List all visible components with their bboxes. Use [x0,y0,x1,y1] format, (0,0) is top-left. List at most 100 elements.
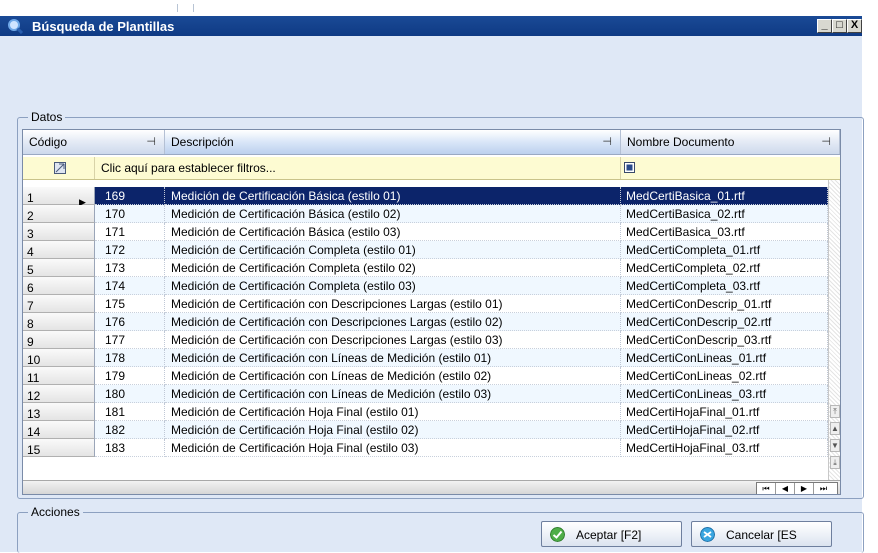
cell-codigo[interactable]: 172 [95,241,165,259]
cell-descripcion[interactable]: Medición de Certificación Hoja Final (es… [165,439,621,457]
cell-descripcion[interactable]: Medición de Certificación con Descripcio… [165,295,621,313]
table-row[interactable]: 11 179 Medición de Certificación con Línea… [23,367,840,385]
templates-grid[interactable]: Código ⊣ Descripción ⊣ Nombre Documento … [22,129,841,495]
cell-nombre-documento[interactable]: MedCertiCompleta_01.rtf [621,241,828,259]
cell-nombre-documento[interactable]: MedCertiBasica_03.rtf [621,223,828,241]
cell-codigo[interactable]: 170 [95,205,165,223]
close-button[interactable]: X [847,19,862,33]
table-row[interactable]: 3 171 Medición de Certificación Básica (es… [23,223,840,241]
vertical-scrollbar[interactable]: ⤒ ▲ ▼ ⤓ [828,180,840,480]
cell-descripcion[interactable]: Medición de Certificación Hoja Final (es… [165,421,621,439]
table-row[interactable]: 13 181 Medición de Certificación Hoja Fina… [23,403,840,421]
scroll-bottom-icon[interactable]: ⤓ [830,456,840,469]
row-number[interactable]: 6 [23,277,95,295]
table-row[interactable]: 15 183 Medición de Certificación Hoja Fina… [23,439,840,457]
row-number[interactable]: 2 [23,205,95,223]
row-number[interactable]: 14 [23,421,95,439]
scroll-top-icon[interactable]: ⤒ [830,405,840,418]
scroll-up-icon[interactable]: ▲ [830,422,840,435]
column-header-descripcion[interactable]: Descripción ⊣ [165,130,621,154]
last-record-icon[interactable]: ⏭ [814,483,833,494]
row-number[interactable]: 11 [23,367,95,385]
cell-codigo[interactable]: 169 [95,187,165,205]
table-row[interactable]: 10 178 Medición de Certificación con Línea… [23,349,840,367]
maximize-button[interactable]: □ [832,19,847,33]
cell-descripcion[interactable]: Medición de Certificación Completa (esti… [165,277,621,295]
filter-doc-cell[interactable] [621,157,840,179]
cell-descripcion[interactable]: Medición de Certificación con Descripcio… [165,331,621,349]
accept-button[interactable]: Aceptar [F2] [541,521,682,547]
table-row[interactable]: 12 180 Medición de Certificación con Línea… [23,385,840,403]
cancel-button[interactable]: Cancelar [ES [691,521,832,547]
cell-descripcion[interactable]: Medición de Certificación con Líneas de … [165,385,621,403]
scroll-down-icon[interactable]: ▼ [830,439,840,452]
cell-nombre-documento[interactable]: MedCertiCompleta_02.rtf [621,259,828,277]
cell-nombre-documento[interactable]: MedCertiHojaFinal_01.rtf [621,403,828,421]
cell-codigo[interactable]: 178 [95,349,165,367]
cell-nombre-documento[interactable]: MedCertiBasica_01.rtf [621,187,828,205]
filter-clear-icon[interactable] [54,162,66,174]
row-number[interactable]: 8 [23,313,95,331]
column-header-nombre-documento[interactable]: Nombre Documento ⊣ [621,130,840,154]
cell-descripcion[interactable]: Medición de Certificación Hoja Final (es… [165,403,621,421]
table-row[interactable]: 5 173 Medición de Certificación Completa (… [23,259,840,277]
cell-codigo[interactable]: 173 [95,259,165,277]
next-record-icon[interactable]: ▶ [795,483,814,494]
table-row[interactable]: 14 182 Medición de Certificación Hoja Fina… [23,421,840,439]
cell-codigo[interactable]: 177 [95,331,165,349]
table-row[interactable]: 6 174 Medición de Certificación Completa (… [23,277,840,295]
cell-codigo[interactable]: 179 [95,367,165,385]
cell-descripcion[interactable]: Medición de Certificación con Descripcio… [165,313,621,331]
cell-codigo[interactable]: 175 [95,295,165,313]
cell-descripcion[interactable]: Medición de Certificación con Líneas de … [165,349,621,367]
filter-checkbox-icon[interactable] [624,162,635,173]
cell-nombre-documento[interactable]: MedCertiHojaFinal_02.rtf [621,421,828,439]
first-record-icon[interactable]: ⏮ [757,483,776,494]
table-row[interactable]: 4 172 Medición de Certificación Completa (… [23,241,840,259]
row-number[interactable]: 4 [23,241,95,259]
cell-descripcion[interactable]: Medición de Certificación Básica (estilo… [165,187,621,205]
filter-row-header[interactable] [23,157,95,179]
row-number[interactable]: 1 ▶ [23,187,95,207]
row-number[interactable]: 13 [23,403,95,421]
cell-nombre-documento[interactable]: MedCertiHojaFinal_03.rtf [621,439,828,457]
cell-nombre-documento[interactable]: MedCertiConDescrip_03.rtf [621,331,828,349]
cell-codigo[interactable]: 171 [95,223,165,241]
previous-record-icon[interactable]: ◀ [776,483,795,494]
row-number[interactable]: 5 [23,259,95,277]
filter-prompt[interactable]: Clic aquí para establecer filtros... [95,157,621,179]
pin-icon[interactable]: ⊣ [821,130,831,154]
cell-descripcion[interactable]: Medición de Certificación Completa (esti… [165,259,621,277]
cell-descripcion[interactable]: Medición de Certificación Completa (esti… [165,241,621,259]
cell-codigo[interactable]: 180 [95,385,165,403]
row-number[interactable]: 7 [23,295,95,313]
cell-nombre-documento[interactable]: MedCertiConDescrip_02.rtf [621,313,828,331]
table-row[interactable]: 7 175 Medición de Certificación con Descri… [23,295,840,313]
cell-nombre-documento[interactable]: MedCertiConLineas_01.rtf [621,349,828,367]
minimize-button[interactable]: _ [817,19,832,33]
cell-codigo[interactable]: 182 [95,421,165,439]
cell-nombre-documento[interactable]: MedCertiConDescrip_01.rtf [621,295,828,313]
cell-nombre-documento[interactable]: MedCertiBasica_02.rtf [621,205,828,223]
row-number[interactable]: 9 [23,331,95,349]
column-header-codigo[interactable]: Código ⊣ [23,130,165,154]
cell-nombre-documento[interactable]: MedCertiCompleta_03.rtf [621,277,828,295]
filter-row[interactable]: Clic aquí para establecer filtros... [23,157,840,180]
table-row[interactable]: 2 170 Medición de Certificación Básica (es… [23,205,840,223]
cell-nombre-documento[interactable]: MedCertiConLineas_02.rtf [621,367,828,385]
cell-descripcion[interactable]: Medición de Certificación con Líneas de … [165,367,621,385]
pin-icon[interactable]: ⊣ [146,130,156,154]
pin-icon[interactable]: ⊣ [602,130,612,154]
table-row[interactable]: 1 ▶ 169 Medición de Certificación Básica (e… [23,187,840,207]
table-row[interactable]: 9 177 Medición de Certificación con Descri… [23,331,840,349]
cell-nombre-documento[interactable]: MedCertiConLineas_03.rtf [621,385,828,403]
window-titlebar[interactable]: Búsqueda de Plantillas _ □ X [0,16,862,36]
row-number[interactable]: 10 [23,349,95,367]
row-number[interactable]: 3 [23,223,95,241]
table-row[interactable]: 8 176 Medición de Certificación con Descri… [23,313,840,331]
cell-descripcion[interactable]: Medición de Certificación Básica (estilo… [165,205,621,223]
cell-codigo[interactable]: 183 [95,439,165,457]
cell-codigo[interactable]: 181 [95,403,165,421]
row-number[interactable]: 12 [23,385,95,403]
cell-descripcion[interactable]: Medición de Certificación Básica (estilo… [165,223,621,241]
